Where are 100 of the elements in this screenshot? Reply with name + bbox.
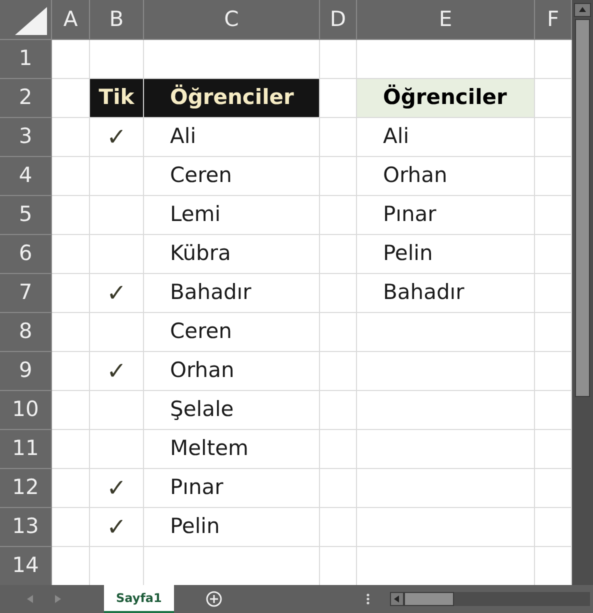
table-cell[interactable] — [90, 196, 144, 235]
table-cell[interactable] — [320, 196, 357, 235]
table-cell[interactable]: Lemi — [144, 196, 320, 235]
table-cell[interactable] — [320, 79, 357, 118]
table-cell[interactable] — [90, 391, 144, 430]
table-cell[interactable] — [535, 157, 572, 196]
table-cell[interactable] — [144, 40, 320, 79]
table-cell[interactable]: Pınar — [144, 469, 320, 508]
table-cell[interactable] — [535, 313, 572, 352]
more-options-icon[interactable] — [366, 593, 370, 605]
table-cell[interactable] — [52, 157, 90, 196]
row-header[interactable]: 7 — [0, 274, 52, 313]
table-cell[interactable] — [90, 313, 144, 352]
table-cell[interactable] — [52, 469, 90, 508]
table-cell[interactable]: Meltem — [144, 430, 320, 469]
table-cell[interactable] — [52, 40, 90, 79]
table-cell[interactable] — [320, 235, 357, 274]
table-cell[interactable] — [320, 391, 357, 430]
table-cell[interactable] — [535, 79, 572, 118]
table-cell[interactable] — [535, 430, 572, 469]
table-cell[interactable] — [52, 79, 90, 118]
table-cell[interactable] — [52, 352, 90, 391]
table-cell[interactable] — [90, 157, 144, 196]
select-all-corner[interactable] — [0, 0, 52, 40]
table-cell[interactable] — [52, 196, 90, 235]
row-header[interactable]: 9 — [0, 352, 52, 391]
table-cell[interactable] — [320, 547, 357, 586]
table-cell[interactable] — [357, 469, 535, 508]
horizontal-scrollbar[interactable] — [390, 592, 590, 606]
table-cell[interactable] — [320, 430, 357, 469]
table-cell[interactable] — [320, 469, 357, 508]
table-cell[interactable] — [320, 274, 357, 313]
row-header[interactable]: 14 — [0, 547, 52, 586]
table-cell[interactable] — [320, 313, 357, 352]
table-cell[interactable]: ✓ — [90, 118, 144, 157]
row-header[interactable]: 8 — [0, 313, 52, 352]
table-cell[interactable]: Öğrenciler — [144, 79, 320, 118]
table-cell[interactable] — [535, 118, 572, 157]
table-cell[interactable] — [52, 508, 90, 547]
row-header[interactable]: 10 — [0, 391, 52, 430]
row-header[interactable]: 11 — [0, 430, 52, 469]
table-cell[interactable]: Ceren — [144, 157, 320, 196]
table-cell[interactable]: ✓ — [90, 508, 144, 547]
table-cell[interactable] — [357, 391, 535, 430]
add-sheet-icon[interactable] — [206, 591, 222, 607]
table-cell[interactable]: ✓ — [90, 352, 144, 391]
table-cell[interactable]: Orhan — [144, 352, 320, 391]
table-cell[interactable] — [357, 313, 535, 352]
scroll-left-icon[interactable] — [390, 592, 404, 606]
table-cell[interactable]: Şelale — [144, 391, 320, 430]
table-cell[interactable]: Pelin — [144, 508, 320, 547]
table-cell[interactable] — [52, 391, 90, 430]
row-header[interactable]: 1 — [0, 40, 52, 79]
table-cell[interactable] — [320, 508, 357, 547]
row-header[interactable]: 13 — [0, 508, 52, 547]
scroll-right-icon[interactable] — [55, 595, 61, 603]
table-cell[interactable] — [535, 391, 572, 430]
table-cell[interactable] — [357, 547, 535, 586]
row-header[interactable]: 3 — [0, 118, 52, 157]
table-cell[interactable]: Ceren — [144, 313, 320, 352]
table-cell[interactable]: Pelin — [357, 235, 535, 274]
table-cell[interactable] — [535, 40, 572, 79]
table-cell[interactable] — [535, 235, 572, 274]
table-cell[interactable] — [357, 352, 535, 391]
table-cell[interactable] — [52, 430, 90, 469]
table-cell[interactable] — [52, 313, 90, 352]
table-cell[interactable]: ✓ — [90, 274, 144, 313]
table-cell[interactable] — [52, 118, 90, 157]
scroll-thumb[interactable] — [575, 19, 590, 397]
table-cell[interactable]: Tik — [90, 79, 144, 118]
table-cell[interactable] — [144, 547, 320, 586]
table-cell[interactable] — [535, 274, 572, 313]
table-cell[interactable]: Ali — [357, 118, 535, 157]
table-cell[interactable]: Bahadır — [357, 274, 535, 313]
sheet-tab[interactable]: Sayfa1 — [104, 585, 174, 613]
table-cell[interactable] — [535, 469, 572, 508]
table-cell[interactable]: Orhan — [357, 157, 535, 196]
table-cell[interactable] — [535, 547, 572, 586]
scroll-left-icon[interactable] — [27, 595, 33, 603]
row-header[interactable]: 2 — [0, 79, 52, 118]
table-cell[interactable] — [320, 118, 357, 157]
table-cell[interactable] — [52, 235, 90, 274]
table-cell[interactable] — [535, 508, 572, 547]
table-cell[interactable] — [320, 40, 357, 79]
row-header[interactable]: 12 — [0, 469, 52, 508]
row-header[interactable]: 6 — [0, 235, 52, 274]
table-cell[interactable] — [357, 430, 535, 469]
table-cell[interactable]: ✓ — [90, 469, 144, 508]
table-cell[interactable] — [320, 352, 357, 391]
table-cell[interactable]: Kübra — [144, 235, 320, 274]
table-cell[interactable] — [320, 157, 357, 196]
table-cell[interactable] — [357, 40, 535, 79]
table-cell[interactable] — [52, 274, 90, 313]
table-cell[interactable] — [90, 547, 144, 586]
table-cell[interactable]: Bahadır — [144, 274, 320, 313]
table-cell[interactable] — [357, 508, 535, 547]
scroll-thumb[interactable] — [404, 592, 454, 606]
table-cell[interactable] — [535, 196, 572, 235]
row-header[interactable]: 4 — [0, 157, 52, 196]
table-cell[interactable]: Pınar — [357, 196, 535, 235]
